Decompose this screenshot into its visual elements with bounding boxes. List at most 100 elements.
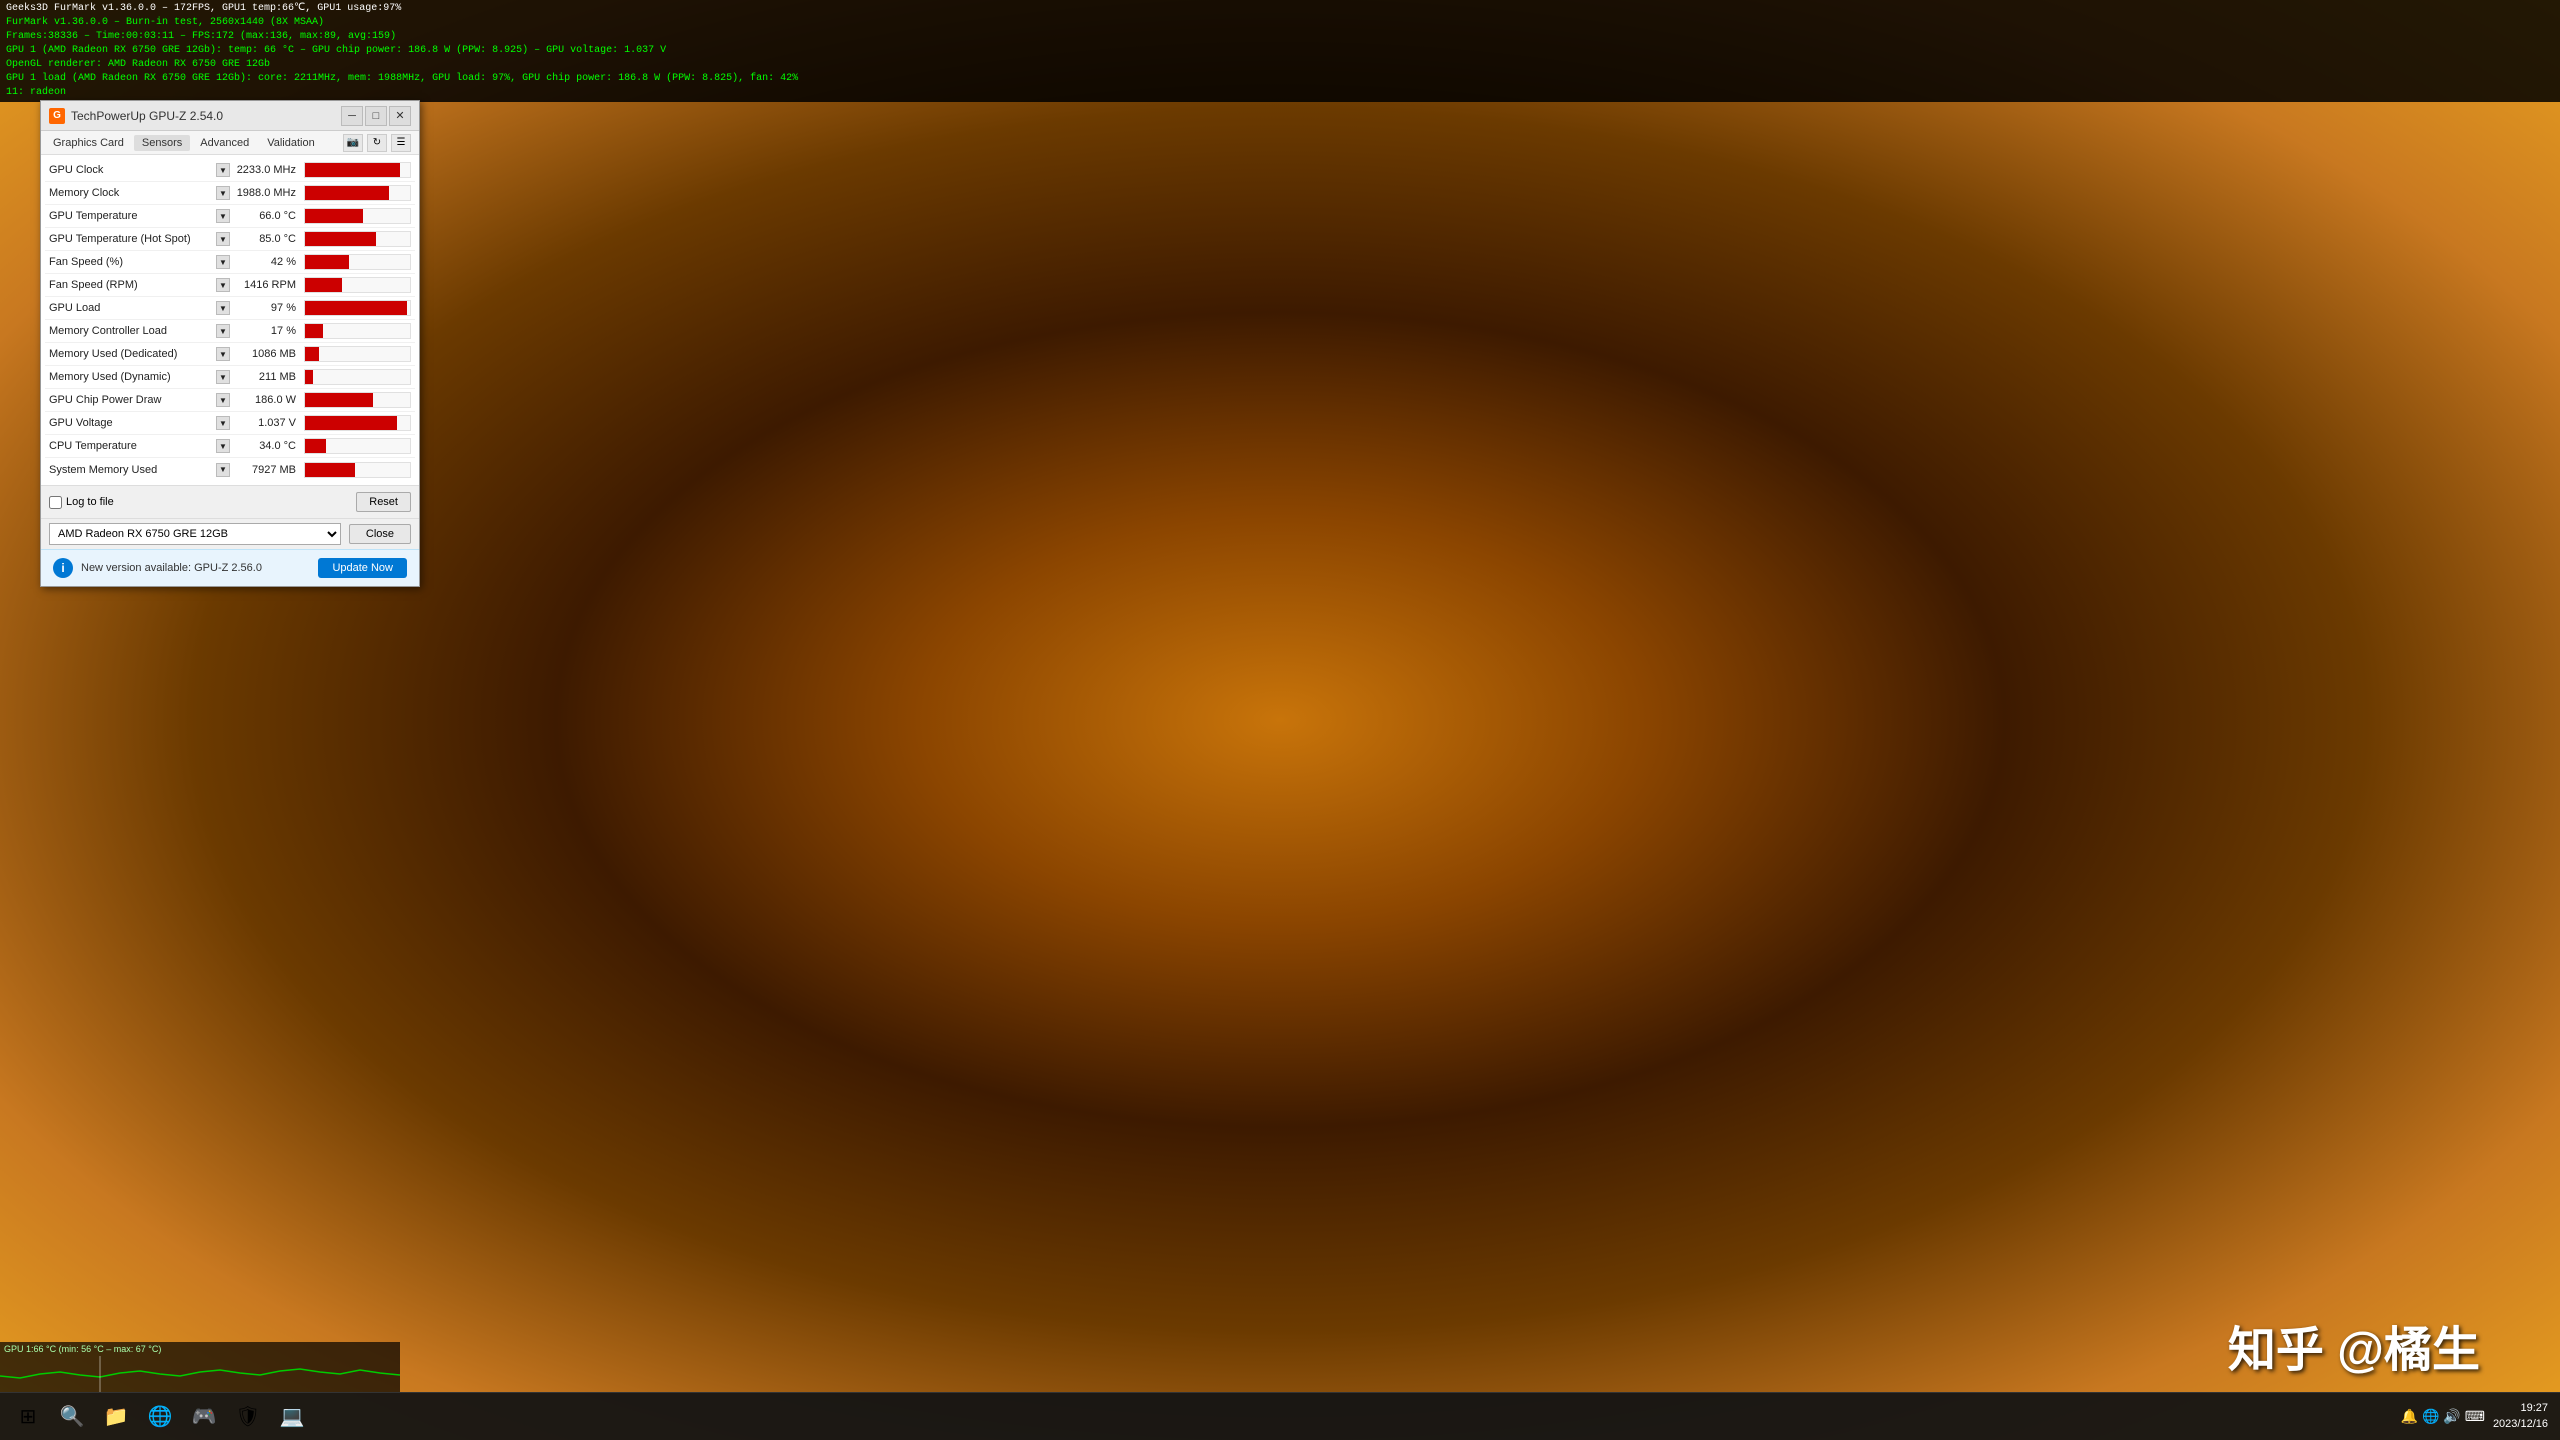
sensor-name-4: Fan Speed (%) ▼ (45, 255, 230, 269)
sensor-row: GPU Chip Power Draw ▼ 186.0 W (45, 389, 415, 412)
sensor-value-1: 1988.0 MHz (230, 187, 300, 199)
furmark-line3: GPU 1 (AMD Radeon RX 6750 GRE 12Gb): tem… (6, 44, 2554, 58)
menu-advanced[interactable]: Advanced (192, 135, 257, 151)
log-to-file-label: Log to file (66, 496, 114, 508)
sensor-value-3: 85.0 °C (230, 233, 300, 245)
taskbar: ⊞ 🔍 📁 🌐 🎮 🛡 💻 🔔 🌐 🔊 ⌨ 19:27 2023/12/16 (0, 1392, 2560, 1440)
sensor-row: GPU Temperature ▼ 66.0 °C (45, 205, 415, 228)
close-window-button[interactable]: ✕ (389, 106, 411, 126)
sensor-name-12: CPU Temperature ▼ (45, 439, 230, 453)
browser-button[interactable]: 🌐 (140, 1397, 180, 1437)
taskbar-app2[interactable]: 🛡 (228, 1397, 268, 1437)
reset-button[interactable]: Reset (356, 492, 411, 512)
sensor-dropdown-4[interactable]: ▼ (216, 255, 230, 269)
sensor-name-2: GPU Temperature ▼ (45, 209, 230, 223)
log-checkbox-area: Log to file (49, 496, 114, 509)
taskbar-left: ⊞ 🔍 📁 🌐 🎮 🛡 💻 (0, 1397, 320, 1437)
sensor-dropdown-13[interactable]: ▼ (216, 463, 230, 477)
sensor-dropdown-12[interactable]: ▼ (216, 439, 230, 453)
log-to-file-checkbox[interactable] (49, 496, 62, 509)
sensor-bar-13 (305, 463, 355, 477)
furmark-line2: Frames:38336 – Time:00:03:11 – FPS:172 (… (6, 30, 2554, 44)
search-button[interactable]: 🔍 (52, 1397, 92, 1437)
sensor-dropdown-3[interactable]: ▼ (216, 232, 230, 246)
sensor-bar-10 (305, 393, 373, 407)
sensor-dropdown-11[interactable]: ▼ (216, 416, 230, 430)
sensor-dropdown-7[interactable]: ▼ (216, 324, 230, 338)
clock-date: 2023/12/16 (2493, 1417, 2548, 1432)
sensor-row: GPU Voltage ▼ 1.037 V (45, 412, 415, 435)
taskbar-clock[interactable]: 19:27 2023/12/16 (2493, 1401, 2548, 1432)
menu-toolbar-icons: 📷 ↻ ☰ (343, 134, 415, 152)
sensor-bar-container-11 (304, 415, 411, 431)
menu-sensors[interactable]: Sensors (134, 135, 190, 151)
sensor-name-1: Memory Clock ▼ (45, 186, 230, 200)
menu-validation[interactable]: Validation (259, 135, 323, 151)
sensor-bar-container-10 (304, 392, 411, 408)
sensor-name-13: System Memory Used ▼ (45, 463, 230, 477)
sensor-value-2: 66.0 °C (230, 210, 300, 222)
menu-bar: Graphics Card Sensors Advanced Validatio… (41, 131, 419, 155)
sensor-dropdown-6[interactable]: ▼ (216, 301, 230, 315)
sensor-bar-container-1 (304, 185, 411, 201)
sensor-name-5: Fan Speed (RPM) ▼ (45, 278, 230, 292)
sensor-dropdown-1[interactable]: ▼ (216, 186, 230, 200)
clock-time: 19:27 (2493, 1401, 2548, 1416)
sensor-dropdown-10[interactable]: ▼ (216, 393, 230, 407)
device-selector[interactable]: AMD Radeon RX 6750 GRE 12GB (49, 523, 341, 545)
sensor-row: GPU Clock ▼ 2233.0 MHz (45, 159, 415, 182)
update-banner: i New version available: GPU-Z 2.56.0 Up… (41, 549, 419, 586)
update-message: New version available: GPU-Z 2.56.0 (81, 562, 310, 574)
device-bar: AMD Radeon RX 6750 GRE 12GB Close (41, 518, 419, 549)
taskbar-icons-tray: 🔔 🌐 🔊 ⌨ (2401, 1408, 2485, 1425)
settings-icon-btn[interactable]: ☰ (391, 134, 411, 152)
sensor-bar-5 (305, 278, 342, 292)
sensor-row: System Memory Used ▼ 7927 MB (45, 458, 415, 481)
title-bar: G TechPowerUp GPU-Z 2.54.0 ─ □ ✕ (41, 101, 419, 131)
sensor-bar-container-6 (304, 300, 411, 316)
sensor-row: Memory Clock ▼ 1988.0 MHz (45, 182, 415, 205)
file-explorer-button[interactable]: 📁 (96, 1397, 136, 1437)
minimize-button[interactable]: ─ (341, 106, 363, 126)
start-button[interactable]: ⊞ (8, 1397, 48, 1437)
taskbar-app3[interactable]: 💻 (272, 1397, 312, 1437)
close-button[interactable]: Close (349, 524, 411, 544)
app-icon: G (49, 108, 65, 124)
sensor-row: GPU Load ▼ 97 % (45, 297, 415, 320)
sensor-row: Memory Used (Dynamic) ▼ 211 MB (45, 366, 415, 389)
sensor-dropdown-8[interactable]: ▼ (216, 347, 230, 361)
sensor-dropdown-9[interactable]: ▼ (216, 370, 230, 384)
sensor-value-12: 34.0 °C (230, 440, 300, 452)
sensor-value-13: 7927 MB (230, 464, 300, 476)
sensor-bar-3 (305, 232, 376, 246)
furmark-line5: GPU 1 load (AMD Radeon RX 6750 GRE 12Gb)… (6, 72, 2554, 86)
gpu-graph-label: GPU 1:66 °C (min: 56 °C – max: 67 °C) (0, 1342, 400, 1356)
refresh-icon-btn[interactable]: ↻ (367, 134, 387, 152)
sensor-value-0: 2233.0 MHz (230, 164, 300, 176)
sensor-bar-7 (305, 324, 323, 338)
window-title: TechPowerUp GPU-Z 2.54.0 (71, 109, 341, 123)
furmark-title: Geeks3D FurMark v1.36.0.0 – 172FPS, GPU1… (6, 2, 2554, 16)
sensor-row: Fan Speed (RPM) ▼ 1416 RPM (45, 274, 415, 297)
sensor-bar-11 (305, 416, 397, 430)
maximize-button[interactable]: □ (365, 106, 387, 126)
sensor-name-7: Memory Controller Load ▼ (45, 324, 230, 338)
title-bar-controls: ─ □ ✕ (341, 106, 411, 126)
sensor-bar-container-3 (304, 231, 411, 247)
menu-graphics-card[interactable]: Graphics Card (45, 135, 132, 151)
sensor-bar-container-13 (304, 462, 411, 478)
sensor-dropdown-5[interactable]: ▼ (216, 278, 230, 292)
sensor-bar-container-12 (304, 438, 411, 454)
sensor-name-11: GPU Voltage ▼ (45, 416, 230, 430)
taskbar-app1[interactable]: 🎮 (184, 1397, 224, 1437)
camera-icon-btn[interactable]: 📷 (343, 134, 363, 152)
gpu-temp-graph: GPU 1:66 °C (min: 56 °C – max: 67 °C) (0, 1342, 400, 1392)
sensor-bar-container-8 (304, 346, 411, 362)
sensor-bar-9 (305, 370, 313, 384)
sensor-dropdown-2[interactable]: ▼ (216, 209, 230, 223)
sensor-bar-container-0 (304, 162, 411, 178)
sensor-row: Memory Controller Load ▼ 17 % (45, 320, 415, 343)
update-now-button[interactable]: Update Now (318, 558, 407, 578)
sensor-dropdown-0[interactable]: ▼ (216, 163, 230, 177)
sensor-name-10: GPU Chip Power Draw ▼ (45, 393, 230, 407)
